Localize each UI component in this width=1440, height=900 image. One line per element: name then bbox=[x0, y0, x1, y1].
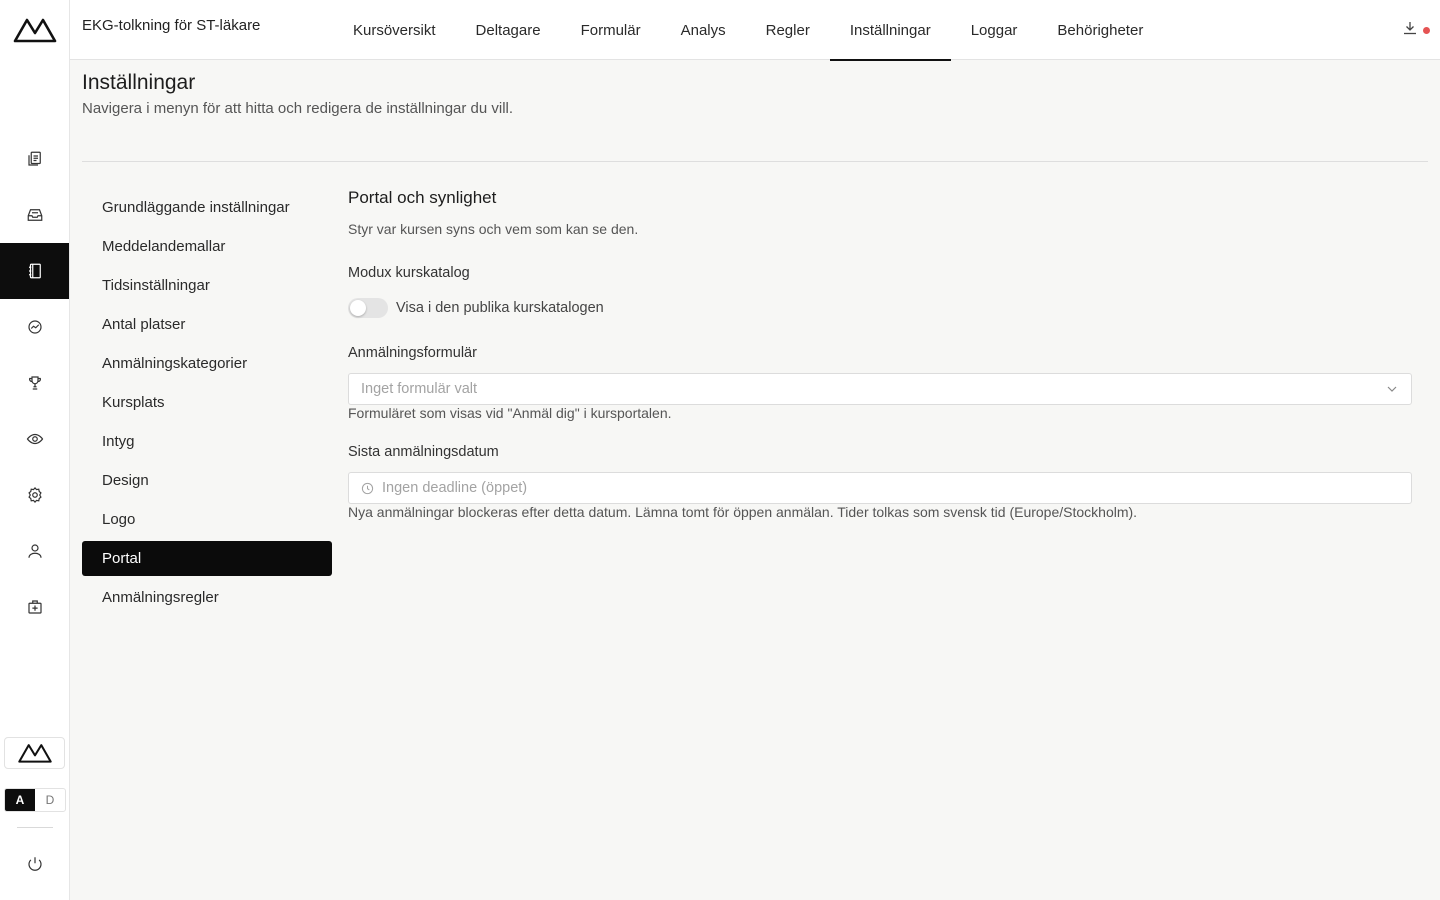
menu-item-grundlaggande[interactable]: Grundläggande inställningar bbox=[82, 190, 332, 225]
catalog-toggle-label: Visa i den publika kurskatalogen bbox=[396, 300, 604, 316]
modux-small-logo[interactable] bbox=[4, 737, 65, 769]
modux-logo[interactable] bbox=[13, 16, 57, 44]
menu-item-anmalningskategorier[interactable]: Anmälningskategorier bbox=[82, 346, 332, 381]
tab-analys[interactable]: Analys bbox=[661, 0, 746, 60]
menu-item-kursplats[interactable]: Kursplats bbox=[82, 385, 332, 420]
deadline-input[interactable]: Ingen deadline (öppet) bbox=[348, 472, 1412, 504]
menu-item-intyg[interactable]: Intyg bbox=[82, 424, 332, 459]
deadline-placeholder: Ingen deadline (öppet) bbox=[382, 480, 528, 496]
documents-icon[interactable] bbox=[0, 131, 69, 187]
menu-item-logo[interactable]: Logo bbox=[82, 502, 332, 537]
deadline-label: Sista anmälningsdatum bbox=[348, 444, 499, 460]
lang-option-a[interactable]: A bbox=[5, 789, 35, 811]
settings-menu: Grundläggande inställningar Meddelandema… bbox=[82, 190, 332, 619]
inbox-icon[interactable] bbox=[0, 187, 69, 243]
analytics-icon[interactable] bbox=[0, 299, 69, 355]
registration-form-select[interactable]: Inget formulär valt bbox=[348, 373, 1412, 405]
tab-regler[interactable]: Regler bbox=[746, 0, 830, 60]
tab-deltagare[interactable]: Deltagare bbox=[456, 0, 561, 60]
portal-settings-panel: Portal och synlighet Styr var kursen syn… bbox=[348, 188, 1412, 520]
power-icon[interactable] bbox=[0, 836, 69, 892]
clock-icon bbox=[361, 482, 374, 494]
tab-loggar[interactable]: Loggar bbox=[951, 0, 1038, 60]
catalog-label: Modux kurskatalog bbox=[348, 265, 470, 281]
notification-dot bbox=[1423, 27, 1430, 34]
menu-item-portal[interactable]: Portal bbox=[82, 541, 332, 576]
tab-bar: Kursöversikt Deltagare Formulär Analys R… bbox=[333, 0, 1163, 61]
tab-kursoversikt[interactable]: Kursöversikt bbox=[333, 0, 456, 60]
catalog-toggle-row: Visa i den publika kurskatalogen bbox=[348, 298, 604, 318]
left-rail: A D bbox=[0, 0, 70, 900]
header-divider bbox=[82, 161, 1428, 162]
topbar: EKG-tolkning för ST-läkare Kursöversikt … bbox=[70, 0, 1440, 61]
course-title: EKG-tolkning för ST-läkare bbox=[82, 17, 261, 34]
form-help-text: Formuläret som visas vid "Anmäl dig" i k… bbox=[348, 405, 672, 421]
tab-behorigheter[interactable]: Behörigheter bbox=[1037, 0, 1163, 60]
menu-item-design[interactable]: Design bbox=[82, 463, 332, 498]
menu-item-tidsinstallningar[interactable]: Tidsinställningar bbox=[82, 268, 332, 303]
eye-icon[interactable] bbox=[0, 411, 69, 467]
chevron-down-icon bbox=[1387, 386, 1397, 392]
select-placeholder: Inget formulär valt bbox=[361, 381, 478, 397]
lang-option-d[interactable]: D bbox=[35, 789, 65, 811]
menu-item-antal-platser[interactable]: Antal platser bbox=[82, 307, 332, 342]
tab-formular[interactable]: Formulär bbox=[561, 0, 661, 60]
section-title: Portal och synlighet bbox=[348, 188, 497, 207]
gear-icon[interactable] bbox=[0, 467, 69, 523]
tab-installningar[interactable]: Inställningar bbox=[829, 0, 951, 61]
rail-divider bbox=[17, 827, 53, 828]
lang-toggle[interactable]: A D bbox=[4, 788, 66, 812]
user-icon[interactable] bbox=[0, 523, 69, 579]
section-description: Styr var kursen syns och vem som kan se … bbox=[348, 221, 639, 237]
menu-item-meddelandemallar[interactable]: Meddelandemallar bbox=[82, 229, 332, 264]
form-label: Anmälningsformulär bbox=[348, 345, 477, 361]
deadline-help-text: Nya anmälningar blockeras efter detta da… bbox=[348, 504, 1138, 520]
download-icon[interactable] bbox=[1402, 20, 1430, 40]
page-subtitle: Navigera i menyn för att hitta och redig… bbox=[82, 100, 514, 117]
trophy-icon[interactable] bbox=[0, 355, 69, 411]
page-title: Inställningar bbox=[82, 71, 196, 94]
notebook-icon[interactable] bbox=[0, 243, 69, 299]
menu-item-anmalningsregler[interactable]: Anmälningsregler bbox=[82, 580, 332, 615]
medical-kit-icon[interactable] bbox=[0, 579, 69, 635]
catalog-visibility-toggle[interactable] bbox=[348, 298, 388, 318]
